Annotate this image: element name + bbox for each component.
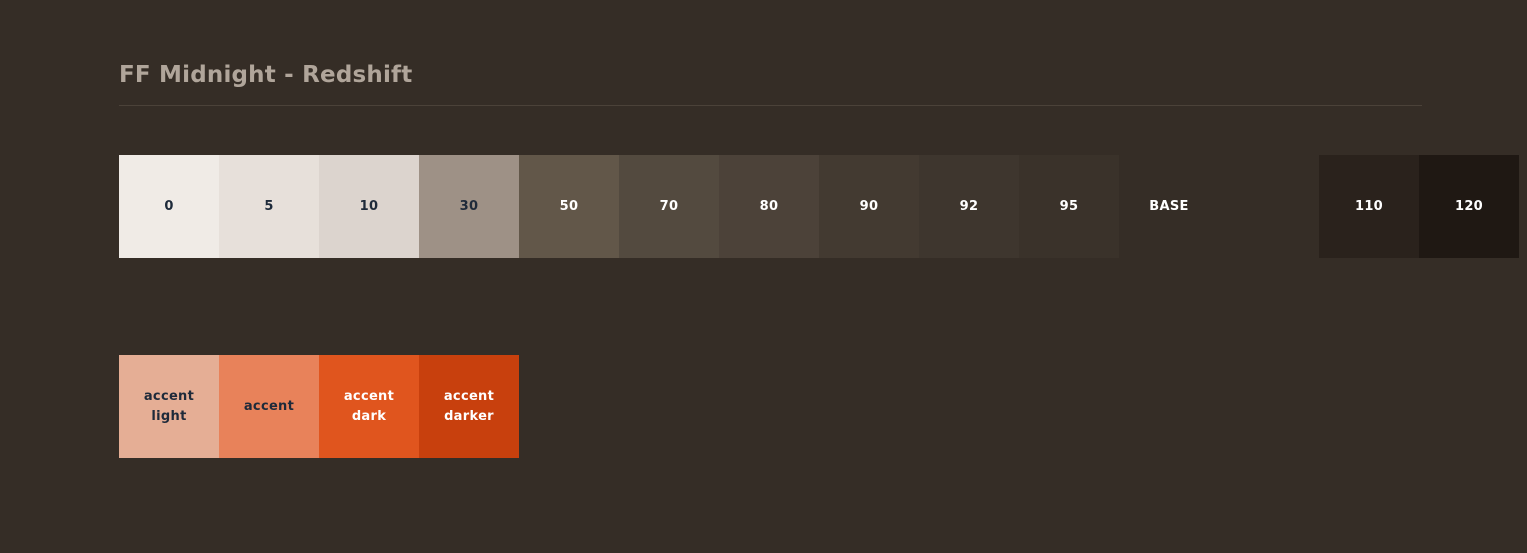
swatch-label: 0 [164,198,174,214]
neutral-swatch-row: 0 5 10 30 50 70 80 90 92 95 BASE 110 120 [119,155,1519,258]
color-swatch-95[interactable]: 95 [1019,155,1119,258]
color-swatch-70[interactable]: 70 [619,155,719,258]
swatch-row-gap [1219,155,1319,258]
swatch-label: accent dark [343,388,395,424]
color-swatch-90[interactable]: 90 [819,155,919,258]
color-swatch-accent-darker[interactable]: accent darker [419,355,519,458]
swatch-label: 30 [459,198,479,214]
color-swatch-80[interactable]: 80 [719,155,819,258]
palette-header: FF Midnight - Redshift [119,60,1422,106]
color-swatch-30[interactable]: 30 [419,155,519,258]
color-swatch-92[interactable]: 92 [919,155,1019,258]
page-title: FF Midnight - Redshift [119,62,413,88]
color-swatch-accent[interactable]: accent [219,355,319,458]
swatch-label: 50 [559,198,579,214]
color-swatch-10[interactable]: 10 [319,155,419,258]
swatch-label: 92 [959,198,979,214]
color-swatch-50[interactable]: 50 [519,155,619,258]
color-swatch-accent-dark[interactable]: accent dark [319,355,419,458]
color-swatch-base[interactable]: BASE [1119,155,1219,258]
header-divider [119,105,1422,106]
swatch-label: 110 [1354,198,1384,214]
palette-page: FF Midnight - Redshift 0 5 10 30 50 70 80 90 92 9… [0,0,1527,553]
accent-swatch-row: accent light accent accent dark accent dark… [119,355,519,458]
swatch-label: 80 [759,198,779,214]
swatch-label: 90 [859,198,879,214]
color-swatch-110[interactable]: 110 [1319,155,1419,258]
swatch-label: 95 [1059,198,1079,214]
swatch-label: 70 [659,198,679,214]
swatch-label: 120 [1454,198,1484,214]
swatch-label: accent [243,398,295,414]
color-swatch-0[interactable]: 0 [119,155,219,258]
swatch-label: 5 [264,198,274,214]
swatch-label: 10 [359,198,379,214]
swatch-label: accent light [143,388,195,424]
swatch-label: BASE [1149,198,1189,214]
color-swatch-120[interactable]: 120 [1419,155,1519,258]
color-swatch-accent-light[interactable]: accent light [119,355,219,458]
swatch-label: accent darker [443,388,495,424]
color-swatch-5[interactable]: 5 [219,155,319,258]
